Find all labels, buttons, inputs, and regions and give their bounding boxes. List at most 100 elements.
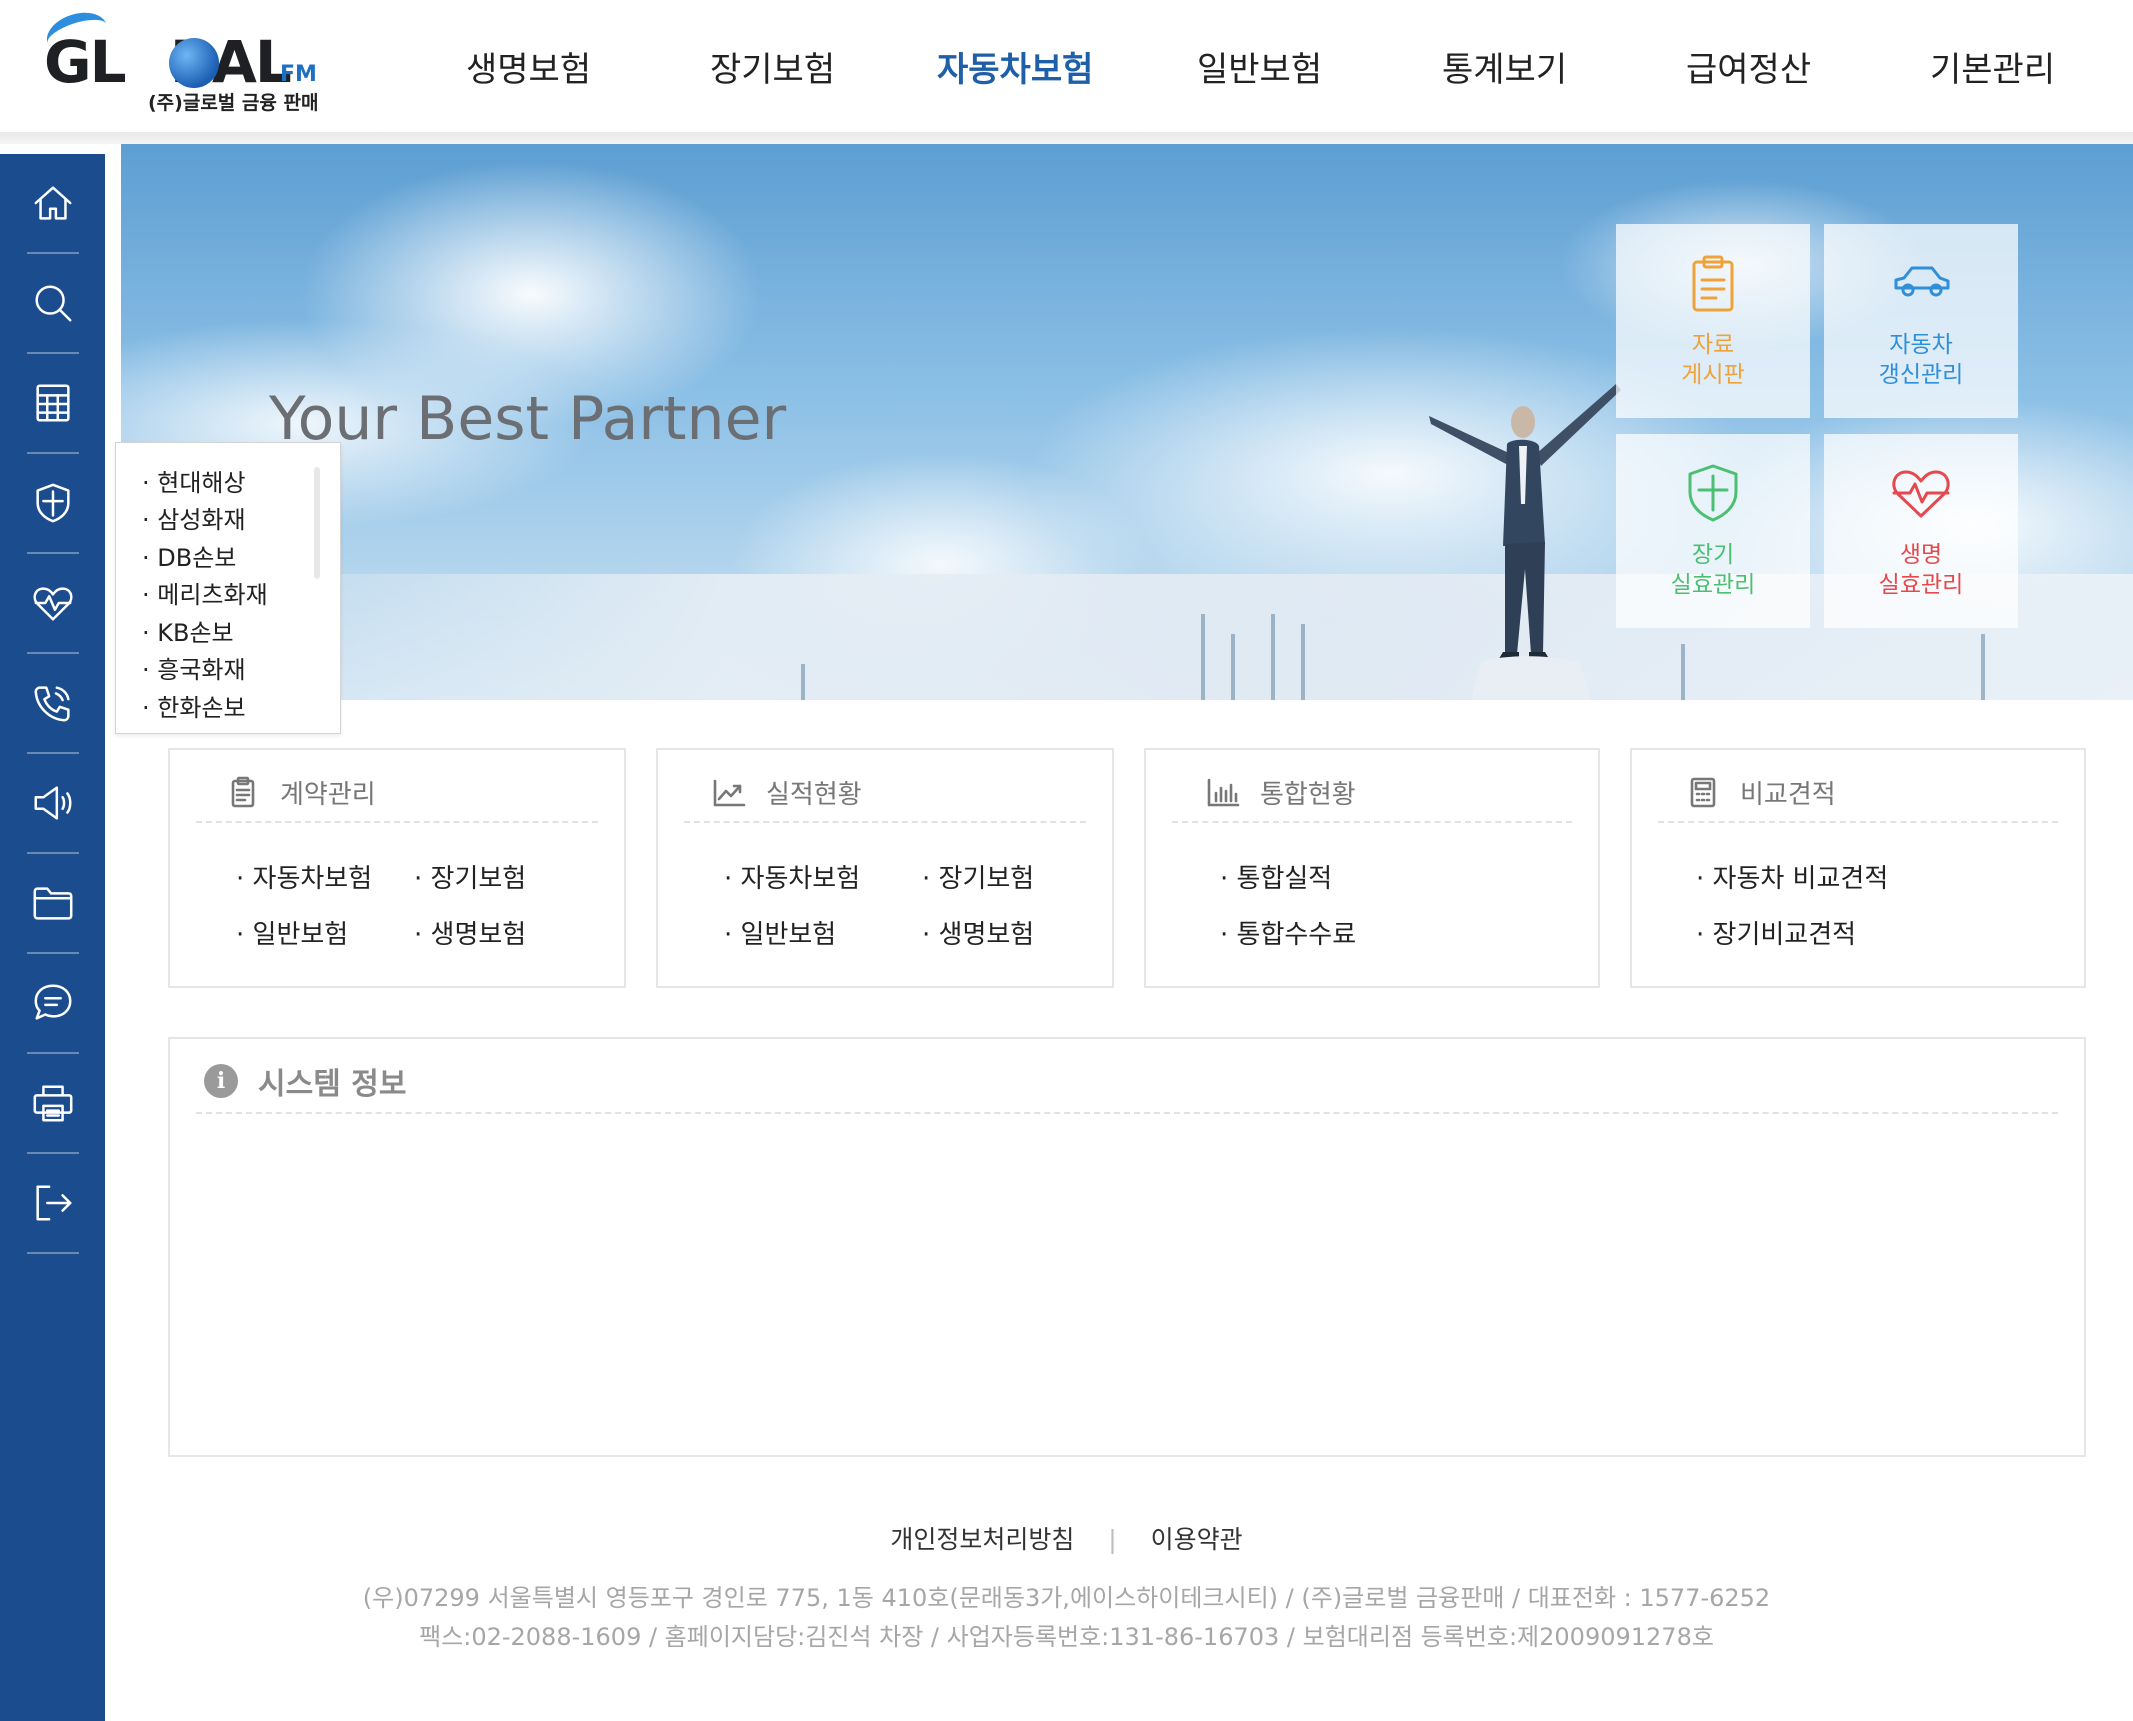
calculator-icon (1690, 777, 1716, 808)
system-info-title: 시스템 정보 (258, 1067, 407, 1102)
logout-icon (36, 1185, 72, 1221)
hero-crack (1681, 644, 1685, 700)
card-link-auto[interactable]: · 자동차보험 (724, 858, 860, 895)
nav-general-insurance[interactable]: 일반보험 (1197, 42, 1322, 91)
quick-link-long-term-lapse[interactable]: 장기 실효관리 (1616, 434, 1810, 628)
search-icon (35, 285, 72, 322)
card-link-long-term-comparison[interactable]: · 장기비교견적 (1696, 914, 1856, 951)
quick-link-board-label: 자료 게시판 (1681, 332, 1745, 388)
insurer-samsung[interactable]: · 삼성화재 (142, 500, 246, 535)
card-link-long-term[interactable]: · 장기보험 (414, 858, 526, 895)
card-link-general[interactable]: · 일반보험 (724, 914, 836, 951)
logo-fm: FM (280, 62, 317, 87)
card-title: 비교견적 (1740, 779, 1836, 810)
privacy-policy-link[interactable]: 개인정보처리방침 (890, 1525, 1074, 1554)
shield-check-icon (1688, 464, 1738, 522)
hero-crack (801, 664, 805, 700)
folder-icon (33, 887, 73, 920)
card-divider (684, 821, 1086, 823)
insurer-db[interactable]: · DB손보 (142, 538, 236, 573)
sidebar-calculator-button[interactable] (27, 354, 79, 454)
quick-link-life-lapse[interactable]: 생명 실효관리 (1824, 434, 2018, 628)
card-header: 통합현황 (1206, 770, 1356, 814)
card-link-integrated-commission[interactable]: · 통합수수료 (1220, 914, 1356, 951)
sidebar-folder-button[interactable] (27, 854, 79, 954)
terms-link[interactable]: 이용약관 (1151, 1525, 1243, 1554)
card-link-auto-comparison[interactable]: · 자동차 비교견적 (1696, 858, 1888, 895)
sidebar-health-button[interactable] (27, 554, 79, 654)
insurer-kb[interactable]: · KB손보 (142, 613, 234, 648)
card-performance: 실적현황 · 자동차보험 · 장기보험 · 일반보험 · 생명보험 (656, 748, 1114, 988)
car-icon (1894, 266, 1950, 297)
trend-chart-icon (713, 779, 746, 807)
card-header: 계약관리 (226, 770, 376, 814)
card-link-integrated-performance[interactable]: · 통합실적 (1220, 858, 1332, 895)
system-info-panel: i 시스템 정보 (168, 1037, 2086, 1457)
card-link-auto[interactable]: · 자동차보험 (236, 858, 372, 895)
footer-separator: | (1108, 1525, 1117, 1554)
system-info-header: i 시스템 정보 (204, 1059, 406, 1103)
clipboard-icon (1692, 255, 1734, 312)
card-divider (1658, 821, 2058, 823)
home-icon (34, 186, 72, 220)
card-link-life[interactable]: · 생명보험 (922, 914, 1034, 951)
quick-link-auto-renewal[interactable]: 자동차 갱신관리 (1824, 224, 2018, 418)
footer-links: 개인정보처리방침 | 이용약관 (0, 1520, 2133, 1556)
sidebar-print-button[interactable] (27, 1054, 79, 1154)
sidebar-search-button[interactable] (27, 254, 79, 354)
nav-basic-management[interactable]: 기본관리 (1930, 42, 2055, 91)
printer-icon (33, 1085, 73, 1122)
card-header: 실적현황 (712, 770, 862, 814)
shield-icon (36, 483, 70, 523)
quick-link-board[interactable]: 자료 게시판 (1616, 224, 1810, 418)
dropdown-scrollbar[interactable] (314, 467, 320, 579)
insurer-hyundai[interactable]: · 현대해상 (142, 463, 246, 498)
sidebar-shield-button[interactable] (27, 454, 79, 554)
heartbeat-icon (1892, 470, 1950, 518)
card-link-long-term[interactable]: · 장기보험 (922, 858, 1034, 895)
system-info-divider (196, 1112, 2058, 1114)
info-icon: i (204, 1064, 238, 1098)
header: GLOBAL FM (주)글로벌 금융 판매 생명보험 장기보험 자동차보험 일… (0, 0, 2133, 132)
quick-link-life-lapse-label: 생명 실효관리 (1878, 542, 1964, 598)
hero-crack (1981, 634, 1985, 700)
logo-globe-icon (169, 38, 219, 88)
megaphone-icon (34, 786, 72, 820)
logo-wordmark: GLOBAL (44, 28, 292, 96)
logo[interactable]: GLOBAL FM (주)글로벌 금융 판매 (41, 5, 334, 116)
phone-call-icon (34, 686, 70, 722)
card-link-life[interactable]: · 생명보험 (414, 914, 526, 951)
card-link-general[interactable]: · 일반보험 (236, 914, 348, 951)
sidebar-phone-button[interactable] (27, 654, 79, 754)
hero-tagline: Your Best Partner (269, 384, 787, 454)
nav-life-insurance[interactable]: 생명보험 (466, 42, 591, 91)
sidebar-chat-button[interactable] (27, 954, 79, 1054)
insurer-heungkuk[interactable]: · 흥국화재 (142, 650, 246, 685)
sidebar-home-button[interactable] (27, 154, 79, 254)
insurer-hanwha[interactable]: · 한화손보 (142, 688, 246, 723)
nav-long-term-insurance[interactable]: 장기보험 (710, 42, 835, 91)
card-divider (1172, 821, 1572, 823)
card-header: 비교견적 (1686, 770, 1836, 814)
hero-crack (1231, 634, 1235, 700)
card-title: 계약관리 (280, 779, 376, 810)
hero-crack (1271, 614, 1275, 700)
nav-statistics[interactable]: 통계보기 (1442, 42, 1567, 91)
card-title: 통합현황 (1260, 779, 1356, 810)
clipboard-icon (231, 776, 255, 808)
card-contract-management: 계약관리 · 자동차보험 · 장기보험 · 일반보험 · 생명보험 (168, 748, 626, 988)
nav-payroll[interactable]: 급여정산 (1686, 42, 1811, 91)
footer-registration: 팩스:02-2088-1609 / 홈페이지담당:김진석 차장 / 사업자등록번… (419, 1623, 1714, 1651)
heartbeat-icon (33, 587, 73, 621)
hero-crack (1201, 614, 1205, 700)
nav-auto-insurance[interactable]: 자동차보험 (937, 42, 1093, 91)
insurer-meritz[interactable]: · 메리츠화재 (142, 575, 268, 610)
sidebar-logout-button[interactable] (27, 1154, 79, 1254)
chat-icon (34, 984, 72, 1020)
bar-chart-icon (1207, 778, 1240, 807)
businessman-figure (1429, 384, 1621, 700)
card-integrated-status: 통합현황 · 통합실적 · 통합수수료 (1144, 748, 1600, 988)
header-divider (0, 132, 2133, 144)
card-comparison-quote: 비교견적 · 자동차 비교견적 · 장기비교견적 (1630, 748, 2086, 988)
sidebar-notice-button[interactable] (27, 754, 79, 854)
